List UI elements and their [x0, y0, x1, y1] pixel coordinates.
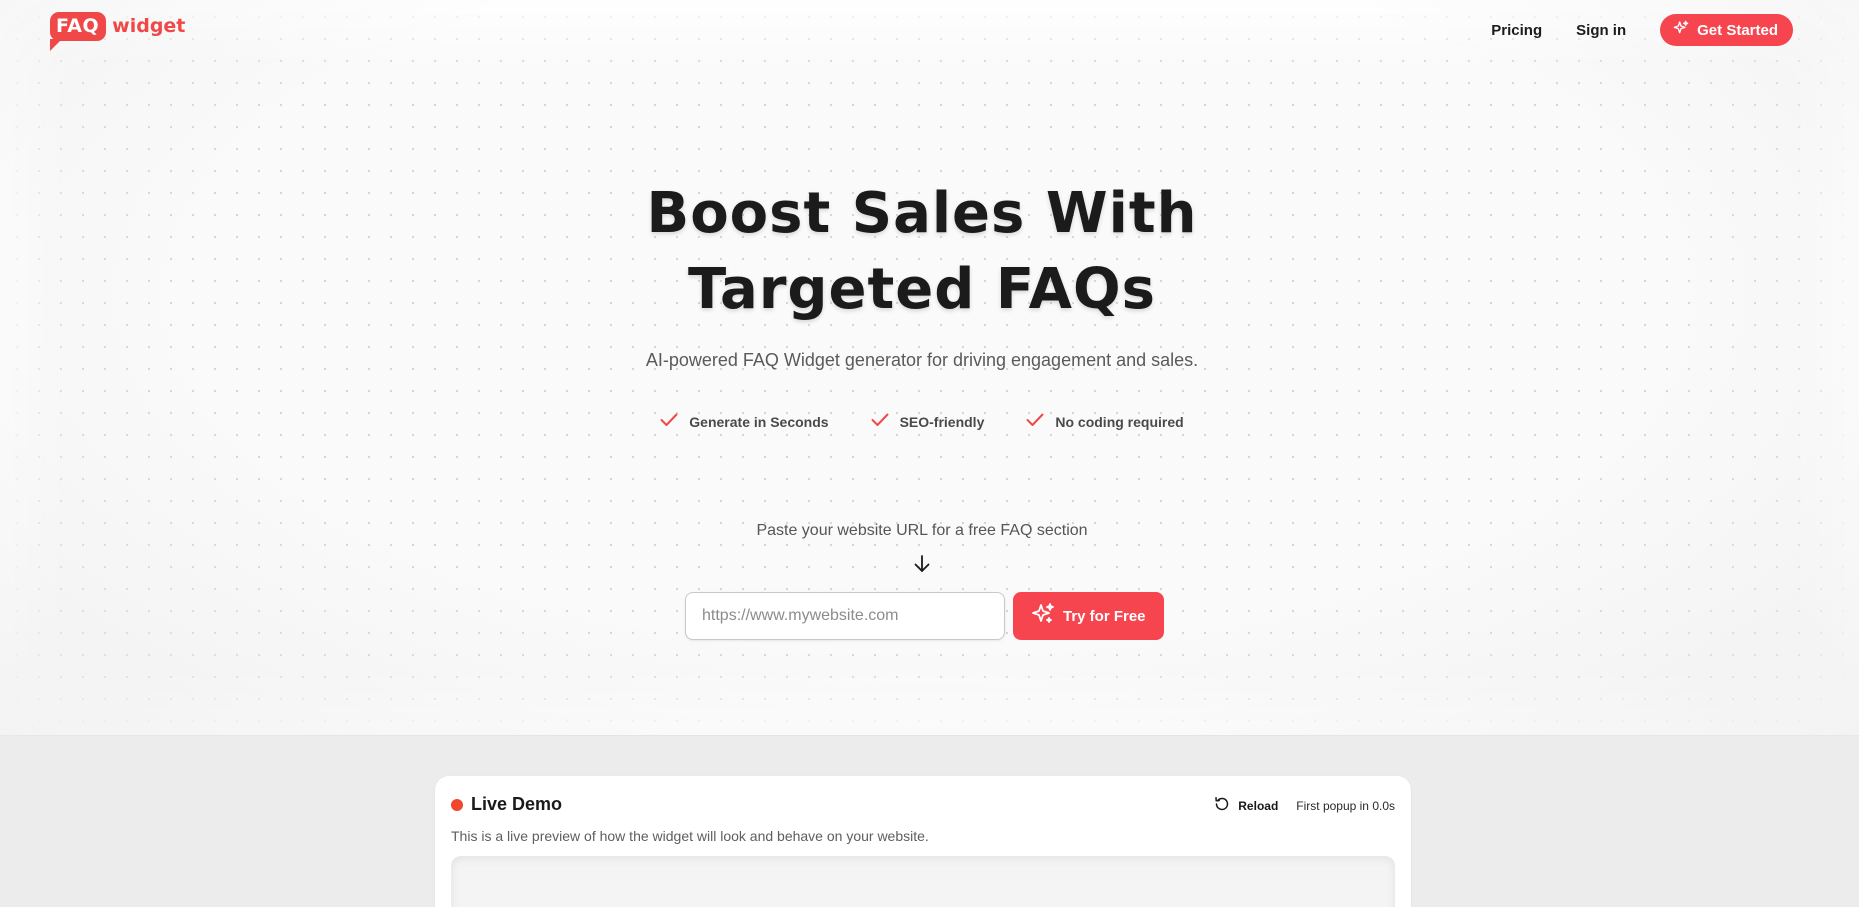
paste-url-label: Paste your website URL for a free FAQ se… [756, 522, 1088, 539]
widget-preview-area [451, 856, 1395, 907]
live-demo-header: Live Demo [451, 794, 562, 815]
nav-pricing-link[interactable]: Pricing [1491, 22, 1542, 39]
logo-word: widget [112, 15, 186, 37]
try-for-free-label: Try for Free [1063, 607, 1146, 625]
feature-item: No coding required [1026, 413, 1184, 430]
headline-line-2: Targeted FAQs [688, 257, 1156, 322]
hero-subhead: AI-powered FAQ Widget generator for driv… [645, 350, 1199, 370]
live-demo-controls: Reload First popup in 0.0s [1214, 796, 1395, 815]
hero-headline: Boost Sales With Targeted FAQs [0, 176, 1844, 328]
check-icon [871, 413, 889, 430]
try-for-free-button[interactable]: Try for Free [1013, 592, 1164, 640]
reload-label: Reload [1238, 798, 1279, 813]
headline-line-1: Boost Sales With [646, 181, 1198, 246]
reload-button[interactable]: Reload [1214, 796, 1278, 815]
feature-list: Generate in Seconds SEO-friendly No codi… [0, 413, 1844, 430]
reload-icon [1214, 796, 1230, 815]
check-icon [660, 413, 678, 430]
website-url-input[interactable] [685, 592, 1005, 640]
feature-label: SEO-friendly [899, 413, 985, 430]
feature-label: No coding required [1055, 413, 1184, 430]
sparkle-icon [1673, 20, 1689, 40]
live-demo-card: Live Demo Reload First popup in 0.0s Thi… [435, 776, 1411, 907]
get-started-label: Get Started [1697, 21, 1778, 39]
popup-timer: First popup in 0.0s [1296, 798, 1395, 813]
arrow-down-icon [912, 554, 932, 579]
logo-badge: FAQ [50, 12, 107, 51]
sparkle-icon [1031, 602, 1055, 630]
logo[interactable]: FAQ widget [50, 12, 185, 52]
check-icon [1026, 413, 1044, 430]
top-nav: Pricing Sign in Get Started [1491, 14, 1793, 46]
get-started-button[interactable]: Get Started [1660, 14, 1793, 46]
live-demo-title: Live Demo [471, 794, 563, 814]
feature-item: SEO-friendly [871, 413, 985, 430]
live-indicator-dot [451, 798, 463, 811]
nav-signin-link[interactable]: Sign in [1576, 22, 1626, 39]
live-demo-description: This is a live preview of how the widget… [451, 828, 929, 844]
feature-label: Generate in Seconds [689, 413, 829, 430]
feature-item: Generate in Seconds [660, 413, 829, 430]
